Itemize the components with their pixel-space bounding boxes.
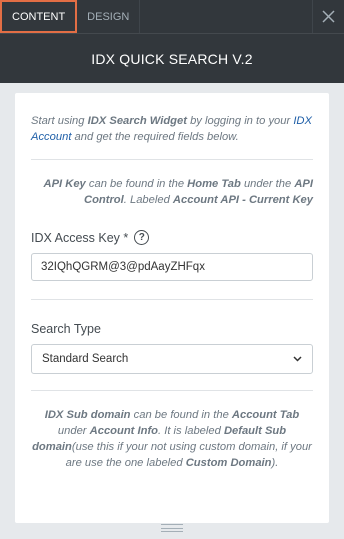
api-key-note: API Key can be found in the Home Tab und… — [43, 178, 314, 206]
chevron-down-icon — [293, 356, 302, 362]
close-button[interactable] — [312, 0, 344, 33]
divider — [31, 390, 313, 391]
subdomain-note: IDX Sub domain can be found in the Accou… — [32, 409, 312, 469]
divider — [31, 159, 313, 160]
intro-note: Start using IDX Search Widget by logging… — [31, 115, 312, 143]
close-icon — [322, 10, 335, 23]
access-key-label: IDX Access Key * ? — [31, 230, 313, 245]
access-key-input[interactable] — [31, 253, 313, 281]
search-type-select[interactable]: Standard Search — [31, 344, 313, 374]
settings-panel: Start using IDX Search Widget by logging… — [15, 93, 329, 523]
search-type-selected: Standard Search — [42, 353, 129, 365]
widget-title: IDX QUICK SEARCH V.2 — [91, 50, 253, 67]
resize-handle-icon[interactable] — [161, 524, 183, 532]
resize-grip-line — [161, 524, 183, 525]
resize-grip-line — [161, 531, 183, 532]
editor-topbar: CONTENT DESIGN — [0, 0, 344, 33]
search-type-label: Search Type — [31, 322, 101, 336]
tab-content[interactable]: CONTENT — [0, 0, 78, 33]
resize-grip-line — [161, 527, 183, 529]
divider — [31, 299, 313, 300]
widget-title-bar: IDX QUICK SEARCH V.2 — [0, 33, 344, 83]
tab-design[interactable]: DESIGN — [77, 0, 141, 33]
help-icon[interactable]: ? — [134, 230, 150, 245]
